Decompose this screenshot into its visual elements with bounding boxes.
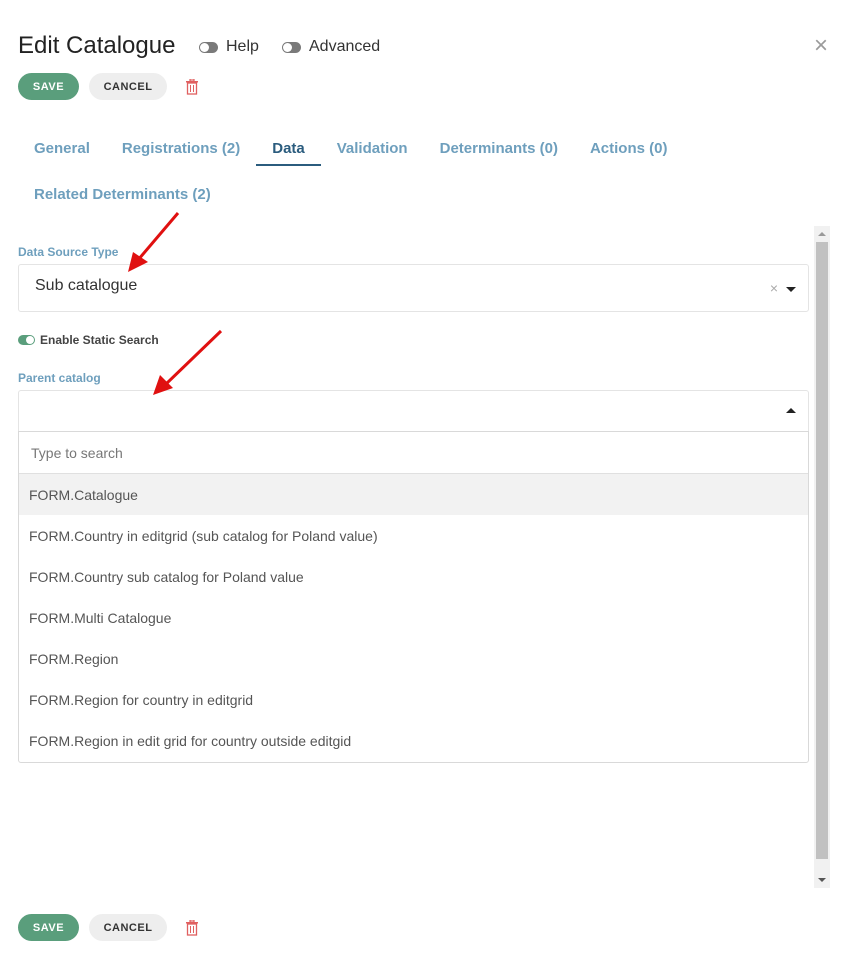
- save-button[interactable]: SAVE: [18, 73, 79, 100]
- tab-validation[interactable]: Validation: [321, 132, 424, 166]
- chevron-down-icon[interactable]: [786, 287, 796, 292]
- clear-icon[interactable]: ×: [770, 280, 778, 296]
- scrollbar-thumb[interactable]: [816, 242, 828, 859]
- scroll-down-icon[interactable]: [818, 878, 826, 882]
- advanced-switch[interactable]: [282, 41, 301, 53]
- parent-catalog-dropdown: FORM.Catalogue FORM.Country in editgrid …: [18, 431, 809, 763]
- dropdown-search: [19, 432, 808, 474]
- tab-bar: General Registrations (2) Data Validatio…: [18, 132, 718, 224]
- tab-data[interactable]: Data: [256, 132, 321, 166]
- help-toggle[interactable]: Help: [199, 38, 259, 56]
- cancel-button[interactable]: CANCEL: [89, 914, 167, 941]
- bottom-action-bar: SAVE CANCEL: [18, 914, 199, 941]
- dropdown-option[interactable]: FORM.Region for country in editgrid: [19, 679, 808, 720]
- tab-determinants[interactable]: Determinants (0): [424, 132, 574, 166]
- help-switch[interactable]: [199, 41, 218, 53]
- data-source-type-label: Data Source Type: [18, 245, 119, 259]
- data-source-type-value: Sub catalogue: [35, 277, 138, 294]
- advanced-label: Advanced: [309, 38, 381, 55]
- trash-icon[interactable]: [185, 78, 199, 95]
- tab-registrations[interactable]: Registrations (2): [106, 132, 256, 166]
- parent-catalog-label: Parent catalog: [18, 371, 101, 385]
- help-label: Help: [226, 38, 259, 55]
- dropdown-option[interactable]: FORM.Catalogue: [19, 474, 808, 515]
- dialog-title: Edit Catalogue: [18, 32, 176, 59]
- scrollbar[interactable]: [814, 226, 830, 888]
- tab-general[interactable]: General: [18, 132, 106, 166]
- advanced-toggle[interactable]: Advanced: [282, 38, 380, 56]
- tab-related-determinants[interactable]: Related Determinants (2): [18, 178, 227, 212]
- static-search-label: Enable Static Search: [40, 333, 159, 347]
- enable-static-search-toggle[interactable]: Enable Static Search: [18, 333, 159, 347]
- search-input[interactable]: [29, 443, 808, 462]
- dropdown-option[interactable]: FORM.Country sub catalog for Poland valu…: [19, 556, 808, 597]
- data-source-type-select[interactable]: Sub catalogue ×: [18, 264, 809, 312]
- red-arrow-icon: [153, 329, 223, 395]
- dropdown-option[interactable]: FORM.Multi Catalogue: [19, 597, 808, 638]
- static-search-switch[interactable]: [18, 335, 35, 345]
- save-button[interactable]: SAVE: [18, 914, 79, 941]
- chevron-up-icon[interactable]: [786, 408, 796, 413]
- trash-icon[interactable]: [185, 919, 199, 936]
- tab-actions[interactable]: Actions (0): [574, 132, 684, 166]
- close-icon[interactable]: ×: [814, 34, 828, 58]
- dropdown-option[interactable]: FORM.Region in edit grid for country out…: [19, 720, 808, 761]
- scroll-up-icon[interactable]: [818, 232, 826, 236]
- dropdown-option[interactable]: FORM.Country in editgrid (sub catalog fo…: [19, 515, 808, 556]
- dropdown-option[interactable]: FORM.Region: [19, 638, 808, 679]
- cancel-button[interactable]: CANCEL: [89, 73, 167, 100]
- top-action-bar: SAVE CANCEL: [18, 73, 199, 100]
- parent-catalog-select[interactable]: [18, 390, 809, 432]
